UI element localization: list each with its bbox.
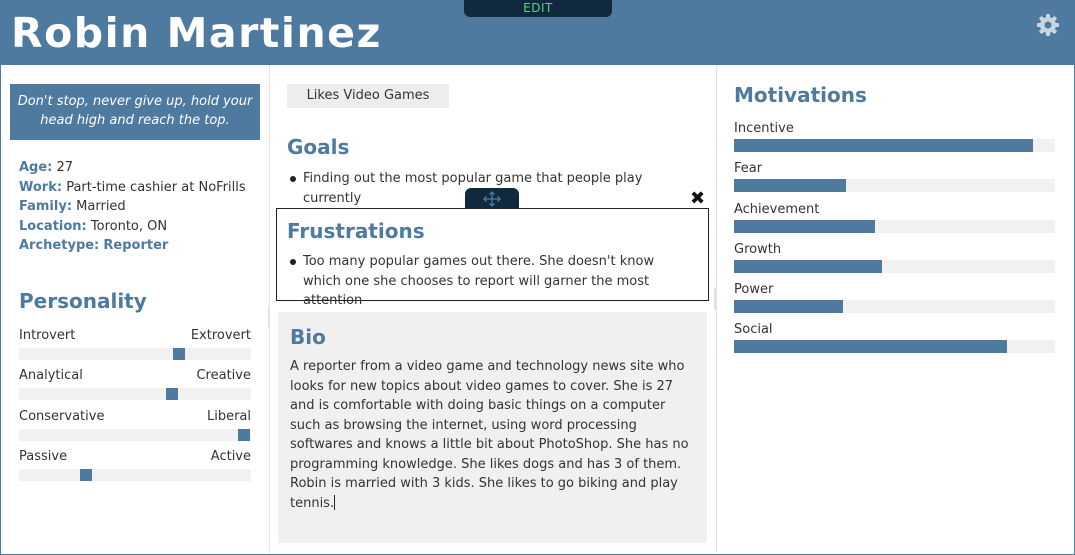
trait-left-label: Conservative — [19, 409, 105, 424]
trait-right-label: Liberal — [206, 409, 251, 424]
motivation-label: Growth — [734, 242, 782, 257]
trait-introvert-extrovert: Introvert Extrovert — [19, 328, 251, 364]
motivation-fill — [734, 179, 847, 192]
fact-value: Married — [76, 199, 126, 214]
persona-name: Robin Martinez — [11, 9, 382, 57]
bio-text-editor[interactable]: A reporter from a video game and technol… — [290, 357, 690, 513]
motivation-label: Fear — [734, 161, 763, 176]
motivation-bar[interactable] — [734, 260, 1055, 273]
bio-section[interactable]: Bio A reporter from a video game and tec… — [278, 312, 707, 543]
motivation-label: Power — [734, 282, 774, 297]
trait-slider[interactable] — [19, 469, 251, 481]
motivation-label: Incentive — [734, 121, 794, 136]
trait-analytical-creative: Analytical Creative — [19, 368, 251, 404]
motivations-title: Motivations — [734, 83, 867, 107]
trait-right-label: Extrovert — [190, 328, 251, 343]
fact-work[interactable]: Work: Part-time cashier at NoFrills — [19, 178, 264, 198]
motivation-label: Achievement — [734, 202, 820, 217]
motivation-bar[interactable] — [734, 220, 1055, 233]
column-resize-handle[interactable] — [268, 306, 270, 328]
slider-thumb[interactable] — [166, 388, 179, 400]
fact-label: Age: — [19, 160, 53, 175]
persona-facts: Age: 27 Work: Part-time cashier at NoFri… — [19, 158, 264, 256]
motivation-achievement: Achievement — [734, 202, 1055, 236]
slider-thumb[interactable] — [238, 429, 251, 441]
motivation-bar[interactable] — [734, 179, 1055, 192]
trait-right-label: Creative — [196, 368, 251, 383]
motivation-social: Social — [734, 322, 1055, 356]
move-arrows-icon — [483, 191, 501, 207]
fact-label: Family: — [19, 199, 73, 214]
motivation-bar[interactable] — [734, 300, 1055, 313]
trait-left-label: Passive — [19, 449, 68, 464]
motivation-fear: Fear — [734, 161, 1055, 195]
fact-value: 27 — [56, 160, 74, 175]
frustrations-list[interactable]: Too many popular games out there. She do… — [287, 252, 692, 311]
fact-family[interactable]: Family: Married — [19, 197, 264, 217]
text-cursor — [334, 494, 336, 510]
fact-value: Toronto, ON — [90, 218, 168, 234]
fact-age[interactable]: Age: 27 — [19, 158, 264, 178]
motivation-bar[interactable] — [734, 139, 1055, 152]
trait-conservative-liberal: Conservative Liberal — [19, 409, 251, 445]
trait-left-label: Analytical — [19, 368, 83, 383]
column-resize-handle[interactable] — [714, 288, 716, 310]
fact-value: Part-time cashier at NoFrills — [66, 179, 246, 195]
goals-title: Goals — [287, 135, 350, 159]
header-bar: Robin Martinez EDIT — [0, 0, 1075, 65]
bio-text: A reporter from a video game and technol… — [290, 359, 689, 511]
trait-slider[interactable] — [19, 429, 251, 441]
personality-title: Personality — [19, 289, 147, 313]
motivation-fill — [734, 220, 876, 233]
move-handle[interactable] — [465, 188, 519, 210]
motivation-incentive: Incentive — [734, 121, 1055, 155]
motivation-power: Power — [734, 282, 1055, 316]
gear-icon[interactable] — [1036, 13, 1060, 37]
interest-tag[interactable]: Likes Video Games — [287, 84, 449, 108]
frustrations-title: Frustrations — [287, 219, 425, 243]
fact-value: Reporter — [103, 238, 169, 253]
list-item: Too many popular games out there. She do… — [287, 252, 692, 311]
fact-label: Location: — [19, 218, 87, 234]
fact-location[interactable]: Location: Toronto, ON — [19, 217, 264, 237]
motivation-fill — [734, 300, 844, 313]
slider-thumb[interactable] — [173, 348, 186, 360]
motivation-fill — [734, 340, 1007, 353]
motivation-bar[interactable] — [734, 340, 1055, 353]
slider-thumb[interactable] — [80, 469, 93, 481]
trait-left-label: Introvert — [19, 328, 76, 343]
trait-slider[interactable] — [19, 348, 251, 360]
fact-label: Work: — [19, 179, 63, 195]
bio-title: Bio — [290, 325, 326, 349]
column-divider — [716, 65, 717, 553]
close-icon[interactable]: ✖ — [690, 190, 705, 208]
fact-label: Archetype: — [19, 238, 100, 253]
trait-slider[interactable] — [19, 388, 251, 400]
trait-right-label: Active — [210, 449, 251, 464]
persona-quote[interactable]: Don't stop, never give up, hold your hea… — [10, 84, 260, 140]
edit-button[interactable]: EDIT — [464, 0, 612, 17]
motivation-fill — [734, 260, 882, 273]
motivation-growth: Growth — [734, 242, 1055, 276]
motivation-label: Social — [734, 322, 773, 337]
trait-passive-active: Passive Active — [19, 449, 251, 485]
fact-archetype[interactable]: Archetype: Reporter — [19, 236, 264, 256]
frustrations-section[interactable]: Frustrations Too many popular games out … — [276, 208, 709, 308]
motivation-fill — [734, 139, 1033, 152]
